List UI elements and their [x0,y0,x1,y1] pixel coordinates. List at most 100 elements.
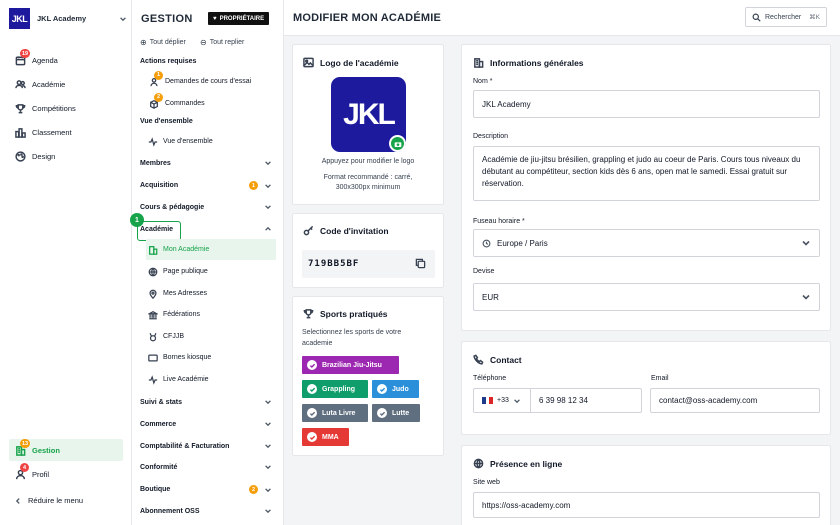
sport-chip-label: Luta Livre [322,409,356,417]
check-icon [307,408,317,418]
currency-select[interactable]: EUR [473,283,820,311]
sub-item-page-publique[interactable]: Page publique [146,261,276,282]
search-icon [752,13,761,22]
group-label: Comptabilité & Facturation [140,442,230,450]
general-info-title-text: Informations générales [490,57,584,68]
group-cours-pedagogie[interactable]: Cours & pédagogie [140,203,272,211]
group-label: Abonnement OSS [140,507,200,515]
nav-item-agenda[interactable]: 19 Agenda [14,49,58,66]
building-icon [474,58,484,68]
chevron-left-icon [15,497,20,504]
sub-item-cfjjb[interactable]: CFJJB [146,326,276,347]
chevron-down-icon [514,398,520,403]
nav-item-gestion[interactable]: 13 Gestion [14,439,60,456]
phone-input[interactable]: 6 39 98 12 34 [530,388,642,413]
chevron-down-icon [802,240,810,246]
description-textarea[interactable]: Académie de jiu-jitsu brésilien, grappli… [473,146,820,201]
building-icon: 13 [14,439,31,456]
group-acquisition[interactable]: Acquisition 1 [140,181,272,190]
trial-requests-label: Demandes de cours d'essai [165,78,252,85]
group-label: Membres [140,159,171,167]
sport-chip-grappling[interactable]: Grappling [302,380,368,398]
logo-hint: Appuyez pour modifier le logo [321,158,415,165]
contact-title-text: Contact [490,354,522,365]
copy-button[interactable] [415,258,427,270]
orders-link[interactable]: 2 Commandes [146,92,276,114]
group-suivi-stats[interactable]: Suivi & stats [140,398,272,406]
trophy-icon [14,102,26,114]
group-conformite[interactable]: Conformité [140,463,272,471]
sport-chip-luta-livre[interactable]: Luta Livre [302,404,368,422]
chevron-down-icon [802,294,810,300]
group-boutique[interactable]: Boutique 2 [140,485,272,494]
website-label: Site web [473,479,500,486]
nav-item-academie[interactable]: Académie [14,78,65,90]
group-academie[interactable]: Académie [140,225,272,233]
map-pin-icon [149,289,157,299]
logo-format-line1: Format recommandé : carré, [323,174,413,181]
search-button[interactable]: Rechercher ⌘K [745,7,827,27]
nav-item-design[interactable]: Design [14,150,55,162]
clock-icon [482,239,491,247]
nav-item-profil[interactable]: 4 Profil [14,463,50,480]
page-title: MODIFIER MON ACADÉMIE [293,12,442,24]
email-label: Email [651,375,669,382]
logo-format-line2: 300x300px minimum [335,184,401,191]
sport-chip-label: Lutte [392,409,410,417]
sports-card-title-text: Sports pratiqués [320,308,388,319]
expand-all-button[interactable]: ⊕ Tout déplier [140,38,186,47]
search-label: Rechercher [765,13,802,21]
group-abonnement-oss[interactable]: Abonnement OSS [140,507,272,515]
nav-item-label: Profil [32,469,50,479]
group-commerce[interactable]: Commerce [140,420,272,428]
chevron-down-icon [265,465,271,470]
overview-link[interactable]: Vue d'ensemble [146,131,276,152]
timezone-select[interactable]: Europe / Paris [473,229,820,257]
camera-icon[interactable] [389,135,406,152]
website-input[interactable]: https://oss-academy.com [473,492,820,518]
check-icon [307,384,317,394]
nav-item-classement[interactable]: Classement [14,126,72,138]
monitor-icon [148,353,158,362]
sport-chip-lutte[interactable]: Lutte [372,404,420,422]
image-icon [303,57,314,68]
phone-label: Téléphone [473,375,507,382]
country-dial-code: +33 [497,397,509,404]
sport-chip-bjj[interactable]: Brazilian Jiu-Jitsu [302,356,399,374]
management-title: GESTION [141,13,193,25]
activity-icon [148,136,158,147]
country-code-select[interactable]: +33 [473,388,531,413]
collapse-all-button[interactable]: ⊖ Tout replier [200,38,244,47]
phone-icon [473,354,484,365]
sport-chip-judo[interactable]: Judo [372,380,419,398]
sub-item-federations[interactable]: Fédérations [146,304,276,325]
check-icon [307,360,317,370]
sub-item-label: Bornes kiosque [163,354,212,361]
group-label: Boutique [140,486,171,493]
email-input[interactable]: contact@oss-academy.com [650,388,820,413]
chevron-down-icon [265,183,271,188]
globe-icon [473,458,484,469]
sub-item-label: Fédérations [163,311,200,318]
section-actions-required: Actions requises [140,58,197,65]
sub-item-bornes-kiosque[interactable]: Bornes kiosque [146,347,276,368]
online-presence-title-text: Présence en ligne [490,458,563,469]
trial-requests-link[interactable]: 1 Demandes de cours d'essai [146,70,276,92]
sub-item-live-academie[interactable]: Live Académie [146,369,276,390]
notification-badge: 1 [249,181,258,190]
chevron-down-icon [265,509,271,514]
nav-item-competitions[interactable]: Compétitions [14,102,76,114]
sport-chip-mma[interactable]: MMA [302,428,349,446]
sub-item-mes-adresses[interactable]: Mes Adresses [146,283,276,304]
check-icon [377,408,387,418]
owner-badge-label: PROPRIÉTAIRE [219,15,265,22]
collapse-menu-button[interactable]: Réduire le menu [14,496,83,505]
invite-card-title-text: Code d'invitation [320,225,389,236]
timezone-label: Fuseau horaire * [473,218,525,225]
brand-switcher[interactable]: JKL JKL Academy [9,8,127,29]
group-membres[interactable]: Membres [140,159,272,167]
name-input[interactable]: JKL Academy [473,90,820,118]
sub-item-mon-academie[interactable]: Mon Académie [146,239,276,260]
sport-chip-label: Grappling [322,385,356,393]
group-comptabilite[interactable]: Comptabilité & Facturation [140,442,272,450]
